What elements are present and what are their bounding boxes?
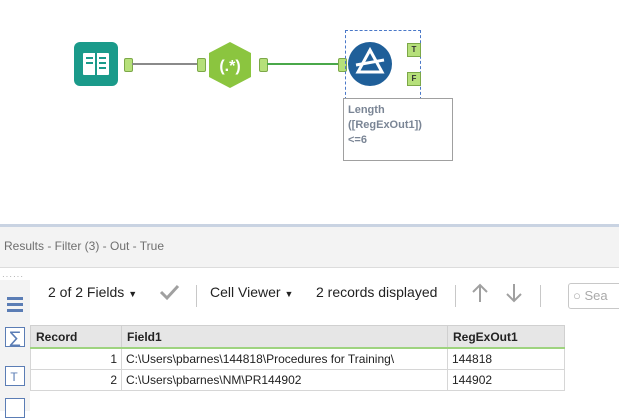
regex-icon: (.*) [209,42,251,88]
toolbar-separator [540,285,541,307]
svg-text:(.*): (.*) [219,58,240,75]
table-row[interactable]: 2 C:\Users\pbarnes\NM\PR144902 144902 [30,369,565,391]
checkmark-icon[interactable] [158,282,180,305]
filter-annotation: Length ([RegExOut1]) <=6 [343,98,453,161]
search-icon: ○ [573,288,581,303]
table-header-row: Record Field1 RegExOut1 [30,325,565,349]
filter-tool[interactable] [344,38,396,90]
input-output-anchor[interactable] [124,58,133,72]
arrow-up-icon[interactable] [470,282,490,307]
records-count: 2 records displayed [316,284,438,300]
workflow-canvas[interactable]: (.*) T F Length ([RegExOut1]) <=6 [0,0,619,224]
cell-viewer-label: Cell Viewer [210,284,281,300]
toolbar-separator [196,285,197,307]
results-header: Results - Filter (3) - Out - True [0,227,619,268]
column-header-record[interactable]: Record [30,325,122,349]
record-cell[interactable]: 2 [30,369,122,391]
connection-line [132,63,197,65]
list-icon[interactable] [5,294,25,314]
results-table: Record Field1 RegExOut1 1 C:\Users\pbarn… [30,325,565,391]
table-row[interactable]: 1 C:\Users\pbarnes\144818\Procedures for… [30,347,565,370]
regex-tool[interactable]: (.*) [205,40,255,90]
sum-icon[interactable]: ∑ [5,327,25,347]
results-toolbar: 2 of 2 Fields ▼ Cell Viewer ▼ 2 records di… [30,268,619,324]
annotation-line: Length [348,104,385,116]
fields-dropdown[interactable]: 2 of 2 Fields ▼ [48,284,137,300]
search-placeholder: Sea [584,288,608,303]
regexout1-cell[interactable]: 144902 [447,369,565,391]
filter-icon [348,42,392,86]
field1-cell[interactable]: C:\Users\pbarnes\144818\Procedures for T… [121,347,448,370]
svg-text:T: T [10,370,18,384]
regex-output-anchor[interactable] [259,58,268,72]
search-input[interactable]: ○ Sea [568,283,619,309]
field1-cell[interactable]: C:\Users\pbarnes\NM\PR144902 [121,369,448,391]
svg-text:∑: ∑ [10,328,21,346]
annotation-line: ([RegExOut1]) [348,119,422,131]
cell-viewer-dropdown[interactable]: Cell Viewer ▼ [210,284,293,300]
record-cell[interactable]: 1 [30,347,122,370]
fields-label: 2 of 2 Fields [48,284,125,300]
false-output-icon[interactable] [5,398,25,418]
results-left-rail: ∑ T [0,280,30,418]
results-title: Results - Filter (3) - Out - True [4,239,165,253]
column-header-field1[interactable]: Field1 [121,325,448,349]
chevron-down-icon: ▼ [284,289,294,299]
arrow-down-icon[interactable] [504,282,524,307]
annotation-line: <=6 [348,134,367,146]
toolbar-separator [455,285,456,307]
grip-handle[interactable]: ······ [2,272,24,281]
input-data-tool[interactable] [74,42,118,86]
true-output-icon[interactable]: T [5,366,25,386]
true-output-anchor[interactable]: T [407,43,421,57]
regexout1-cell[interactable]: 144818 [447,347,565,370]
book-icon [83,53,109,75]
column-header-regexout1[interactable]: RegExOut1 [447,325,565,349]
chevron-down-icon: ▼ [128,289,138,299]
connection-line [267,63,338,65]
false-output-anchor[interactable]: F [407,72,421,86]
